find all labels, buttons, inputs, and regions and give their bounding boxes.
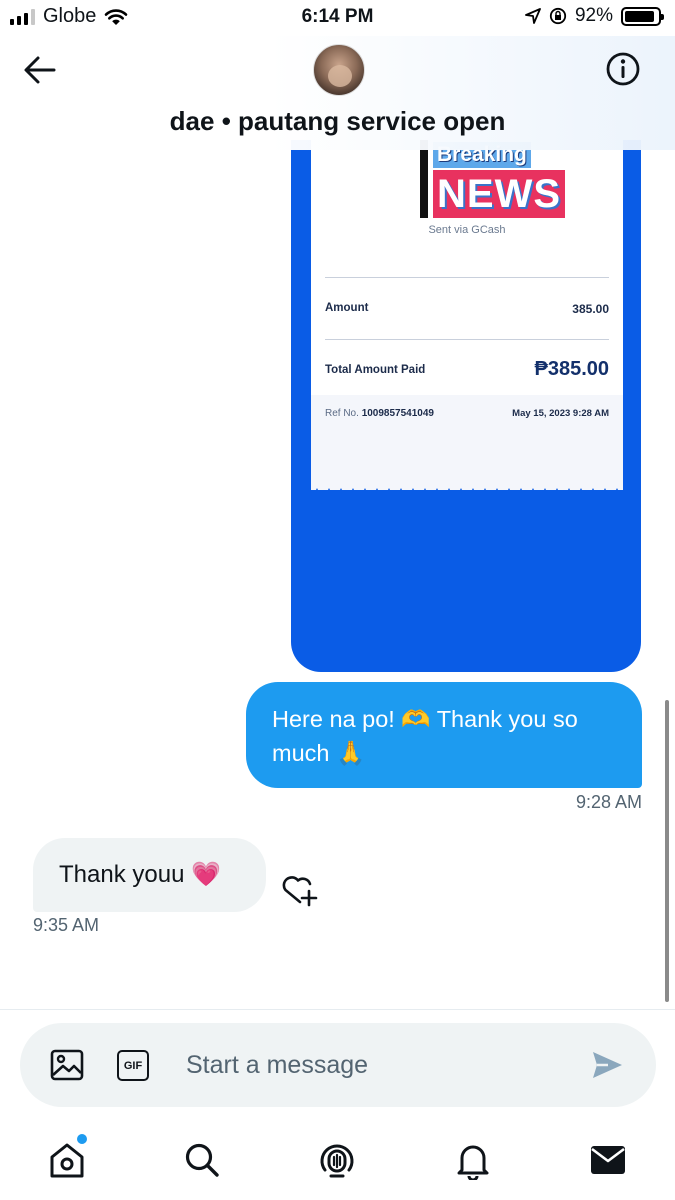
send-icon[interactable] [590, 1049, 624, 1081]
search-icon [185, 1143, 219, 1177]
receipt-divider [325, 339, 609, 340]
status-right: 92% [525, 5, 664, 27]
message-text: Thank youu 💗 [59, 861, 221, 888]
conversation-title[interactable]: dae • pautang service open [0, 106, 675, 137]
spaces-icon [320, 1144, 354, 1178]
receipt-torn-edge [311, 488, 623, 500]
status-bar: Globe 6:14 PM 92% [0, 0, 675, 36]
ref-number: Ref No. 1009857541049 [325, 408, 434, 419]
sent-via-label: Sent via GCash [428, 224, 506, 236]
scrollbar[interactable] [665, 700, 669, 1002]
nav-spaces[interactable] [315, 1138, 359, 1182]
message-composer: GIF [20, 1023, 656, 1107]
composer-divider [0, 1009, 675, 1010]
location-arrow-icon [525, 8, 541, 24]
orientation-lock-icon [549, 7, 567, 25]
add-reaction-heart-icon[interactable] [280, 874, 318, 908]
receipt-paper: Breaking NEWS Sent via GCash Amount 385.… [311, 140, 623, 490]
receipt-date: May 15, 2023 9:28 AM [512, 408, 609, 419]
receipt-divider [325, 277, 609, 278]
message-input[interactable] [186, 1045, 566, 1085]
message-text: Here na po! 🫶 Thank you so much 🙏 [272, 706, 578, 766]
conversation-header: dae • pautang service open [0, 36, 675, 150]
breaking-news-bar [420, 140, 428, 218]
total-amount-value: ₱385.00 [534, 358, 609, 380]
arrow-left-icon[interactable] [22, 54, 58, 86]
nav-search[interactable] [180, 1138, 224, 1182]
nav-messages[interactable] [586, 1138, 630, 1182]
bottom-navigation [0, 1130, 675, 1190]
nav-home[interactable] [45, 1134, 89, 1182]
home-icon [50, 1143, 84, 1178]
image-icon[interactable] [50, 1049, 84, 1081]
battery-icon [621, 6, 664, 26]
battery-percent: 92% [574, 5, 613, 26]
total-amount-label: Total Amount Paid [325, 364, 426, 376]
message-timestamp: 9:35 AM [33, 915, 100, 935]
gif-button[interactable]: GIF [117, 1050, 149, 1081]
ref-number-value: 1009857541049 [361, 408, 434, 419]
notifications-icon [457, 1145, 489, 1180]
notification-dot [77, 1134, 87, 1144]
battery-fill [625, 10, 655, 22]
avatar[interactable] [313, 44, 365, 96]
nav-notifications[interactable] [451, 1138, 495, 1182]
messages-icon [591, 1146, 625, 1174]
amount-value: 385.00 [572, 302, 609, 316]
outgoing-message-bubble[interactable]: Here na po! 🫶 Thank you so much 🙏 [246, 682, 642, 788]
incoming-message-bubble[interactable]: Thank youu 💗 [33, 838, 266, 912]
gif-label: GIF [123, 1059, 143, 1072]
gcash-receipt-image[interactable]: Breaking NEWS Sent via GCash Amount 385.… [291, 140, 641, 672]
info-icon[interactable] [605, 51, 641, 87]
amount-label: Amount [325, 302, 369, 314]
ref-label: Ref No. [325, 408, 359, 419]
news-label: NEWS [433, 170, 565, 218]
message-timestamp: 9:28 AM [575, 792, 642, 812]
